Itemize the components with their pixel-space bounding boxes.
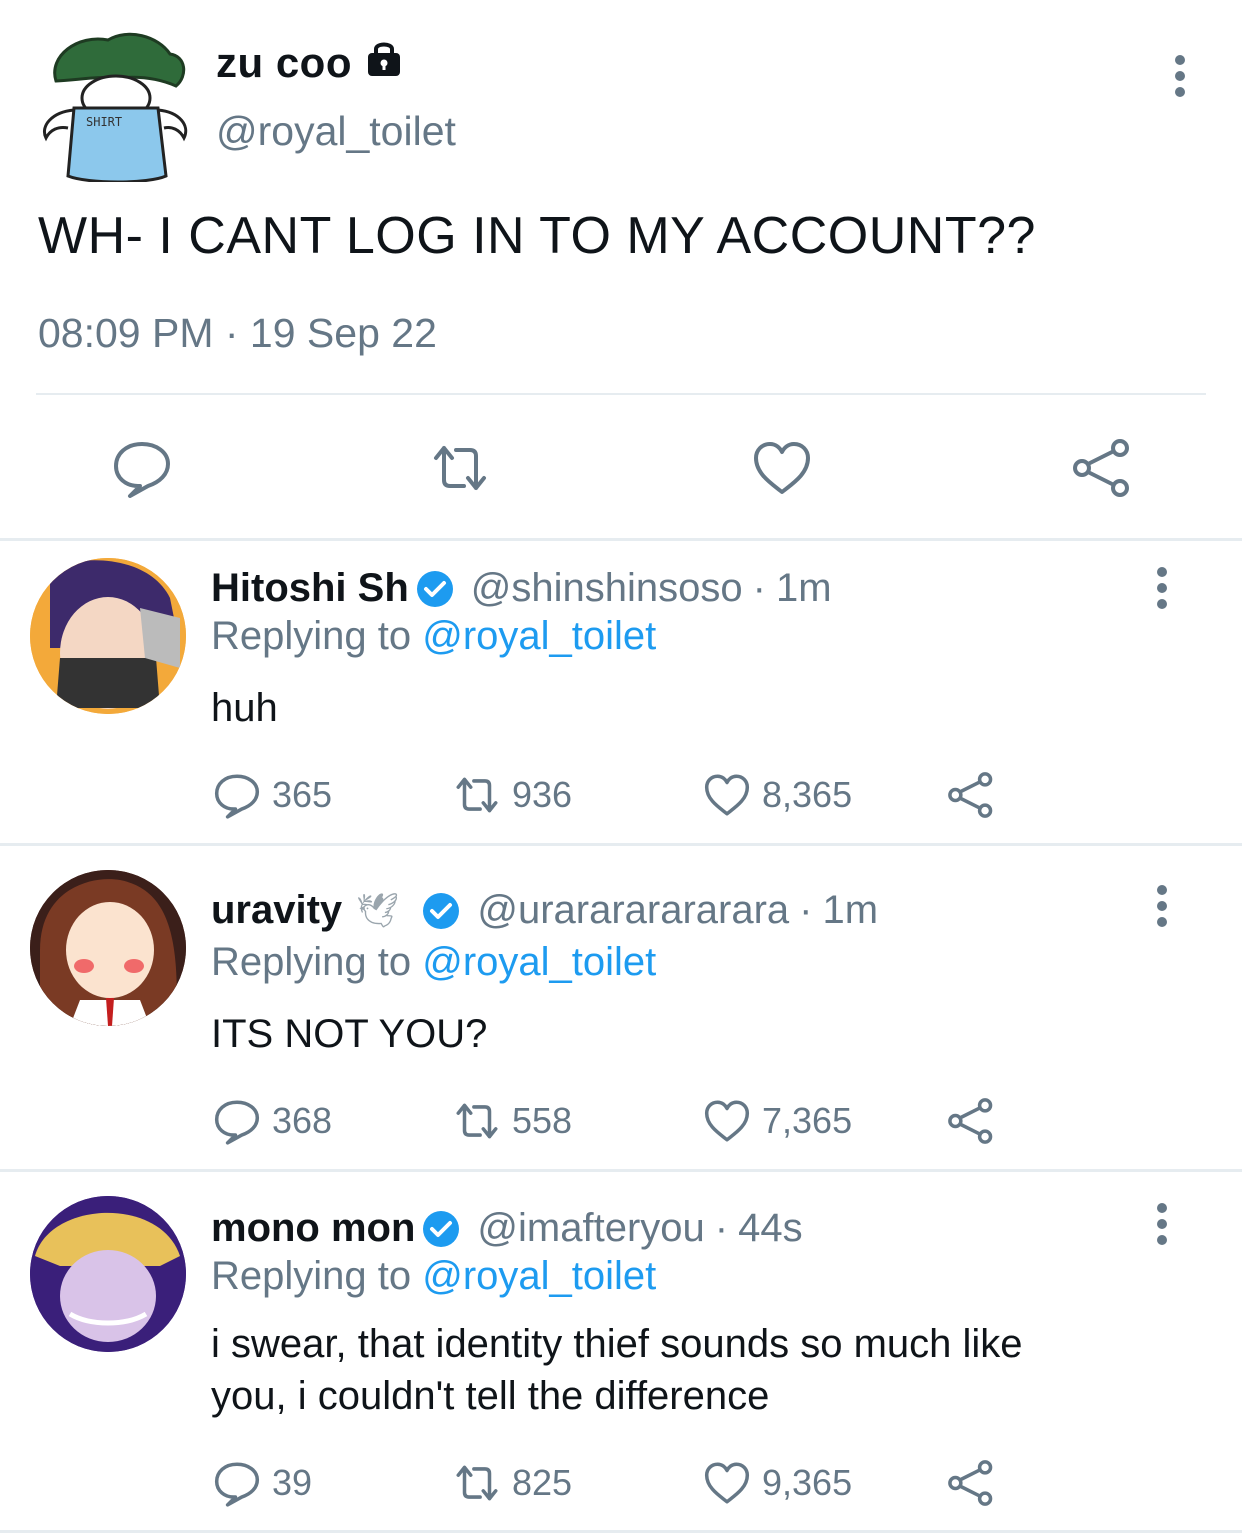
share-icon [948, 1460, 993, 1506]
reply-display-name[interactable]: uravity [211, 888, 342, 933]
verified-badge-icon [423, 892, 460, 929]
divider [0, 843, 1242, 846]
share-button[interactable] [946, 770, 996, 820]
reply-avatar[interactable] [30, 1196, 186, 1352]
separator-dot: · [752, 566, 766, 610]
reply-count-value: 368 [272, 1100, 333, 1141]
retweet-count-value: 936 [512, 774, 573, 815]
reply-display-name[interactable]: mono mon [211, 1206, 415, 1251]
like-icon[interactable] [750, 436, 814, 500]
separator-dot: · [799, 888, 813, 932]
dove-emoji-icon: 🕊 [356, 891, 400, 930]
retweet-count-value: 825 [512, 1462, 573, 1503]
replying-to: Replying to @royal_toilet [211, 940, 656, 985]
more-options-icon[interactable] [1168, 54, 1192, 98]
reply-icon [214, 1462, 260, 1507]
reply-text: i swear, that identity thief sounds so m… [211, 1318, 1171, 1422]
reply-text-line: i swear, that identity thief sounds so m… [211, 1322, 1023, 1366]
reply-icon[interactable] [110, 436, 174, 500]
divider [36, 393, 1206, 395]
share-button[interactable] [946, 1096, 996, 1146]
retweet-icon [456, 1103, 498, 1139]
reply-time[interactable]: 44s [738, 1206, 803, 1251]
reply-text: ITS NOT YOU? [211, 1012, 488, 1056]
reply-count-value: 365 [272, 774, 333, 815]
reply-handle[interactable]: @urarararararara [477, 888, 789, 933]
share-button[interactable] [946, 1458, 996, 1508]
reply-time[interactable]: 1m [823, 888, 879, 933]
main-avatar[interactable]: SHIRT [38, 26, 194, 184]
replying-handle-link[interactable]: @royal_toilet [422, 614, 656, 658]
retweet-count[interactable]: 936 [452, 770, 572, 820]
like-count[interactable]: 9,365 [702, 1458, 852, 1508]
reply-avatar[interactable] [30, 558, 186, 714]
reply-header: Hitoshi Sh @shinshinsoso · 1m [211, 566, 832, 611]
retweet-count[interactable]: 825 [452, 1458, 572, 1508]
more-options-icon[interactable] [1150, 566, 1174, 610]
retweet-count-value: 558 [512, 1100, 573, 1141]
reply-icon [214, 1100, 260, 1145]
reply-avatar[interactable] [30, 870, 186, 1026]
like-icon [704, 1100, 750, 1142]
divider [0, 1530, 1242, 1533]
divider [0, 538, 1242, 541]
retweet-count[interactable]: 558 [452, 1096, 572, 1146]
reply-icon [214, 774, 260, 819]
author-name-row: zu coo [216, 38, 404, 88]
verified-badge-icon [416, 570, 453, 607]
like-count-value: 8,365 [762, 774, 853, 815]
verified-badge-icon [423, 1210, 460, 1247]
reply-count[interactable]: 39 [212, 1458, 312, 1508]
tweet-timestamp[interactable]: 08:09 PM · 19 Sep 22 [38, 310, 437, 357]
reply-handle[interactable]: @imafteryou [477, 1206, 704, 1251]
reply-count[interactable]: 365 [212, 770, 332, 820]
like-count[interactable]: 8,365 [702, 770, 852, 820]
divider [0, 1169, 1242, 1172]
lock-icon [364, 38, 404, 88]
replying-label: Replying to [211, 940, 412, 984]
retweet-icon[interactable] [428, 436, 492, 500]
like-icon [704, 774, 750, 816]
reply-text-line: you, i couldn't tell the difference [211, 1374, 770, 1418]
share-icon [948, 1098, 993, 1144]
reply-count-value: 39 [272, 1462, 313, 1503]
author-handle[interactable]: @royal_toilet [216, 108, 456, 155]
reply-handle[interactable]: @shinshinsoso [471, 566, 743, 611]
tweet-text: WH- I CANT LOG IN TO MY ACCOUNT?? [38, 207, 1036, 265]
replying-to: Replying to @royal_toilet [211, 1254, 656, 1299]
like-count[interactable]: 7,365 [702, 1096, 852, 1146]
reply-header: mono mon @imafteryou · 44s [211, 1206, 803, 1251]
more-options-icon[interactable] [1150, 1202, 1174, 1246]
replying-to: Replying to @royal_toilet [211, 614, 656, 659]
avatar-shirt-text: SHIRT [86, 115, 122, 129]
reply-time[interactable]: 1m [776, 566, 832, 611]
replying-handle-link[interactable]: @royal_toilet [422, 940, 656, 984]
share-icon [948, 772, 993, 818]
like-count-value: 9,365 [762, 1462, 853, 1503]
more-options-icon[interactable] [1150, 884, 1174, 928]
reply-count[interactable]: 368 [212, 1096, 332, 1146]
like-count-value: 7,365 [762, 1100, 853, 1141]
replying-handle-link[interactable]: @royal_toilet [422, 1254, 656, 1298]
reply-text: huh [211, 686, 278, 730]
replying-label: Replying to [211, 1254, 412, 1298]
like-icon [704, 1462, 750, 1504]
separator-dot: · [714, 1206, 729, 1250]
author-display-name: zu coo [216, 39, 352, 86]
reply-header: uravity 🕊 @urarararararara · 1m [211, 888, 878, 933]
share-icon[interactable] [1070, 436, 1134, 500]
retweet-icon [456, 1465, 498, 1501]
retweet-icon [456, 777, 498, 813]
replying-label: Replying to [211, 614, 412, 658]
reply-display-name[interactable]: Hitoshi Sh [211, 566, 409, 611]
